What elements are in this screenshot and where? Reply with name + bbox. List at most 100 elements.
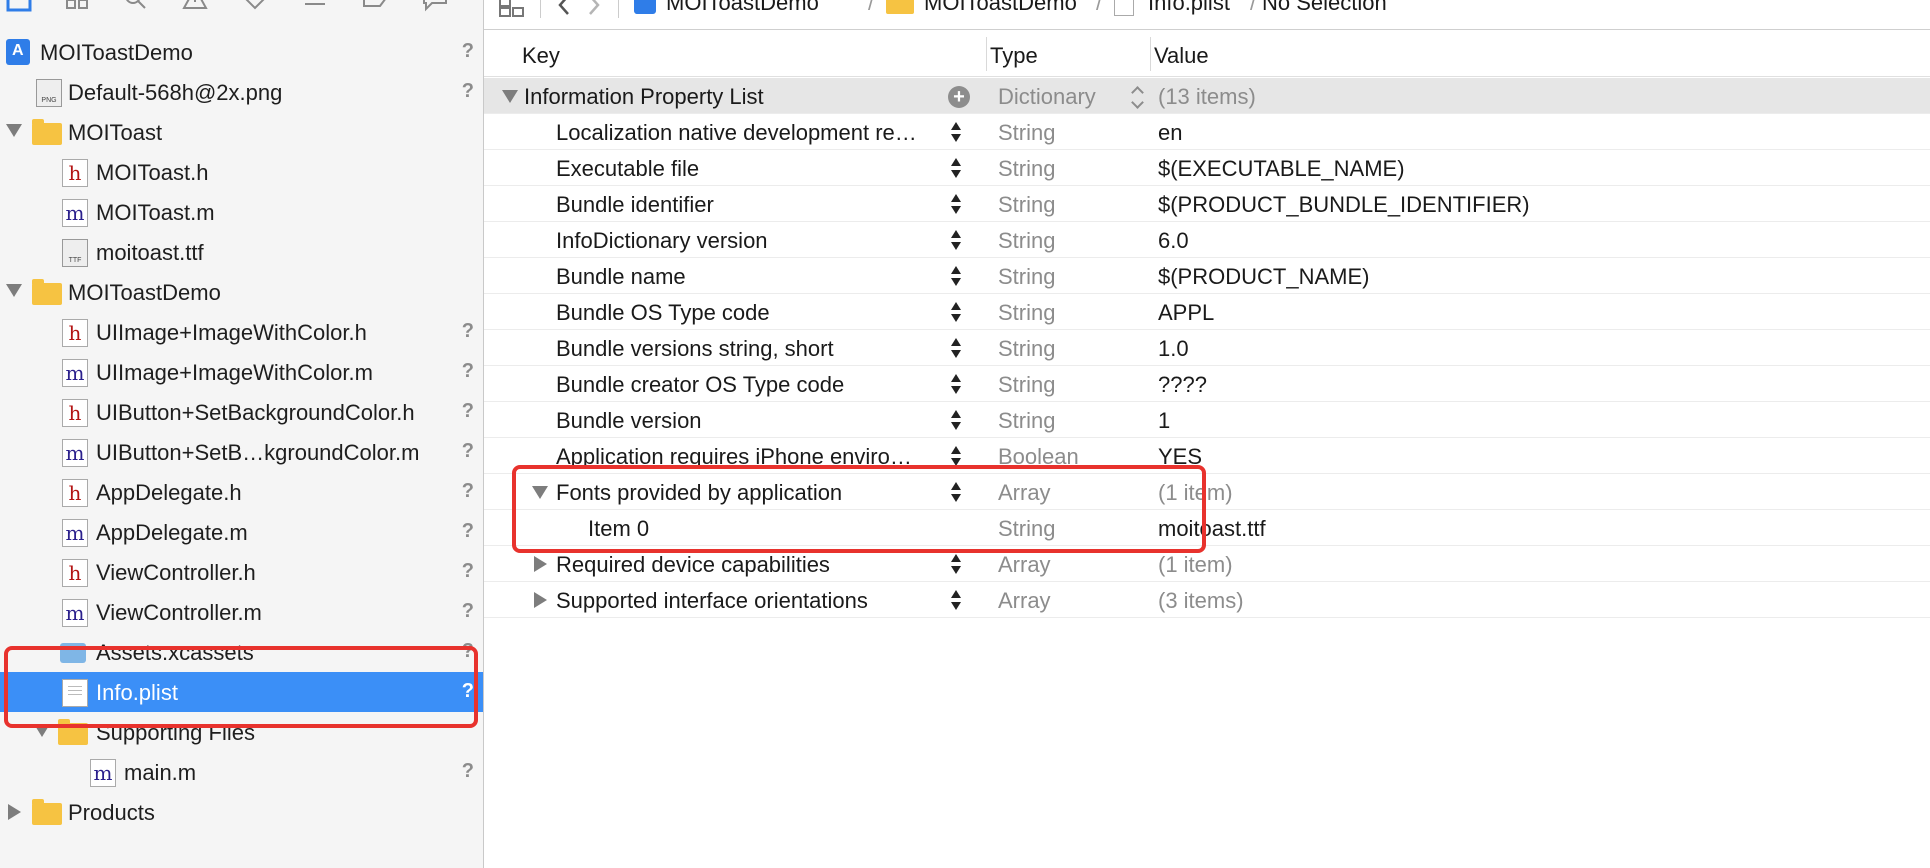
plist-key[interactable]: Fonts provided by application <box>556 480 842 506</box>
key-popup-icon[interactable] <box>950 230 962 252</box>
plist-row[interactable]: Application requires iPhone enviro… Bool… <box>484 438 1930 474</box>
plist-row[interactable]: Bundle version String 1 <box>484 402 1930 438</box>
plist-row[interactable]: Localization native development re… Stri… <box>484 114 1930 150</box>
plist-type[interactable]: String <box>998 516 1055 542</box>
plist-row[interactable]: Bundle creator OS Type code String ???? <box>484 366 1930 402</box>
back-arrow-icon[interactable] <box>556 0 572 16</box>
tree-item-file-selected[interactable]: Info.plist ? <box>0 672 483 712</box>
tree-item-file[interactable]: m MOIToast.m <box>0 192 483 232</box>
plist-value[interactable]: ???? <box>1158 372 1207 398</box>
plist-key[interactable]: Required device capabilities <box>556 552 830 578</box>
plist-type[interactable]: Array <box>998 480 1051 506</box>
tree-item-file[interactable]: m AppDelegate.m ? <box>0 512 483 552</box>
tree-item-file[interactable]: PNG Default-568h@2x.png ? <box>0 72 483 112</box>
type-popup-icon[interactable] <box>1132 86 1146 110</box>
plist-key[interactable]: Executable file <box>556 156 699 182</box>
forward-arrow-icon[interactable] <box>586 0 602 16</box>
plist-row[interactable]: Bundle name String $(PRODUCT_NAME) <box>484 258 1930 294</box>
plist-type[interactable]: String <box>998 228 1055 254</box>
plist-type[interactable]: Dictionary <box>998 84 1096 110</box>
tree-item-file[interactable]: m UIImage+ImageWithColor.m ? <box>0 352 483 392</box>
tree-item-file[interactable]: Assets.xcassets ? <box>0 632 483 672</box>
plist-key[interactable]: Bundle OS Type code <box>556 300 770 326</box>
plist-key[interactable]: Bundle version <box>556 408 702 434</box>
disclosure-triangle-icon[interactable] <box>6 124 22 137</box>
plist-row[interactable]: InfoDictionary version String 6.0 <box>484 222 1930 258</box>
symbol-navigator-icon[interactable] <box>64 0 90 12</box>
column-header-key[interactable]: Key <box>522 43 560 69</box>
breadcrumb-group[interactable]: MOIToastDemo <box>924 0 1077 16</box>
plist-value[interactable]: $(PRODUCT_BUNDLE_IDENTIFIER) <box>1158 192 1530 218</box>
disclosure-triangle-icon[interactable] <box>502 90 518 103</box>
project-navigator-icon[interactable] <box>6 0 32 12</box>
plist-row[interactable]: Bundle OS Type code String APPL <box>484 294 1930 330</box>
tree-item-file[interactable]: m UIButton+SetB…kgroundColor.m ? <box>0 432 483 472</box>
plist-type[interactable]: String <box>998 264 1055 290</box>
plist-key[interactable]: InfoDictionary version <box>556 228 768 254</box>
debug-icon[interactable] <box>302 0 328 12</box>
related-items-icon[interactable] <box>498 0 526 18</box>
breakpoint-icon[interactable] <box>362 0 388 12</box>
column-divider[interactable] <box>986 37 987 71</box>
key-popup-icon[interactable] <box>950 158 962 180</box>
tree-item-project[interactable]: MOIToastDemo ? <box>0 32 483 72</box>
tree-item-file[interactable]: h AppDelegate.h ? <box>0 472 483 512</box>
report-icon[interactable] <box>422 0 448 12</box>
tree-item-group[interactable]: MOIToastDemo <box>0 272 483 312</box>
test-icon[interactable] <box>242 0 268 12</box>
plist-row[interactable]: Bundle identifier String $(PRODUCT_BUNDL… <box>484 186 1930 222</box>
column-divider[interactable] <box>1150 37 1151 71</box>
plist-type[interactable]: String <box>998 300 1055 326</box>
key-popup-icon[interactable] <box>950 338 962 360</box>
plist-row[interactable]: Supported interface orientations Array (… <box>484 582 1930 618</box>
plist-type[interactable]: String <box>998 336 1055 362</box>
disclosure-triangle-icon[interactable] <box>534 592 547 608</box>
tree-item-group[interactable]: Products <box>0 792 483 832</box>
issue-icon[interactable] <box>182 0 208 12</box>
plist-row-root[interactable]: Information Property List + Dictionary (… <box>484 78 1930 114</box>
plist-row-fonts[interactable]: Fonts provided by application Array (1 i… <box>484 474 1930 510</box>
column-header-type[interactable]: Type <box>990 43 1038 69</box>
plist-type[interactable]: Array <box>998 552 1051 578</box>
breadcrumb-selection[interactable]: No Selection <box>1262 0 1387 16</box>
breadcrumb-project[interactable]: MOIToastDemo <box>666 0 819 16</box>
plist-row[interactable]: Executable file String $(EXECUTABLE_NAME… <box>484 150 1930 186</box>
plist-value[interactable]: 1 <box>1158 408 1170 434</box>
plist-type[interactable]: String <box>998 192 1055 218</box>
plist-value[interactable]: en <box>1158 120 1182 146</box>
plist-type[interactable]: Array <box>998 588 1051 614</box>
tree-item-file[interactable]: h UIImage+ImageWithColor.h ? <box>0 312 483 352</box>
key-popup-icon[interactable] <box>950 374 962 396</box>
add-icon[interactable]: + <box>948 86 970 108</box>
key-popup-icon[interactable] <box>950 194 962 216</box>
tree-item-group[interactable]: MOIToast <box>0 112 483 152</box>
plist-value[interactable]: $(EXECUTABLE_NAME) <box>1158 156 1405 182</box>
key-popup-icon[interactable] <box>950 122 962 144</box>
tree-item-group[interactable]: Supporting Files <box>0 712 483 752</box>
breadcrumb-file[interactable]: Info.plist <box>1148 0 1230 16</box>
plist-type[interactable]: Boolean <box>998 444 1079 470</box>
key-popup-icon[interactable] <box>950 302 962 324</box>
key-popup-icon[interactable] <box>950 590 962 612</box>
plist-type[interactable]: String <box>998 408 1055 434</box>
plist-key[interactable]: Bundle identifier <box>556 192 714 218</box>
plist-key[interactable]: Localization native development re… <box>556 120 917 146</box>
plist-key[interactable]: Application requires iPhone enviro… <box>556 444 912 470</box>
plist-type[interactable]: String <box>998 156 1055 182</box>
plist-type[interactable]: String <box>998 372 1055 398</box>
tree-item-file[interactable]: h ViewController.h ? <box>0 552 483 592</box>
plist-value[interactable]: 1.0 <box>1158 336 1189 362</box>
plist-value[interactable]: $(PRODUCT_NAME) <box>1158 264 1369 290</box>
tree-item-file[interactable]: m ViewController.m ? <box>0 592 483 632</box>
plist-row-item[interactable]: Item 0 String moitoast.ttf <box>484 510 1930 546</box>
tree-item-file[interactable]: TTF moitoast.ttf <box>0 232 483 272</box>
plist-key[interactable]: Bundle creator OS Type code <box>556 372 844 398</box>
disclosure-triangle-icon[interactable] <box>532 486 548 499</box>
plist-value[interactable]: moitoast.ttf <box>1158 516 1266 542</box>
plist-value[interactable]: 6.0 <box>1158 228 1189 254</box>
key-popup-icon[interactable] <box>950 482 962 504</box>
column-header-value[interactable]: Value <box>1154 43 1209 69</box>
plist-type[interactable]: String <box>998 120 1055 146</box>
tree-item-file[interactable]: h UIButton+SetBackgroundColor.h ? <box>0 392 483 432</box>
key-popup-icon[interactable] <box>950 266 962 288</box>
